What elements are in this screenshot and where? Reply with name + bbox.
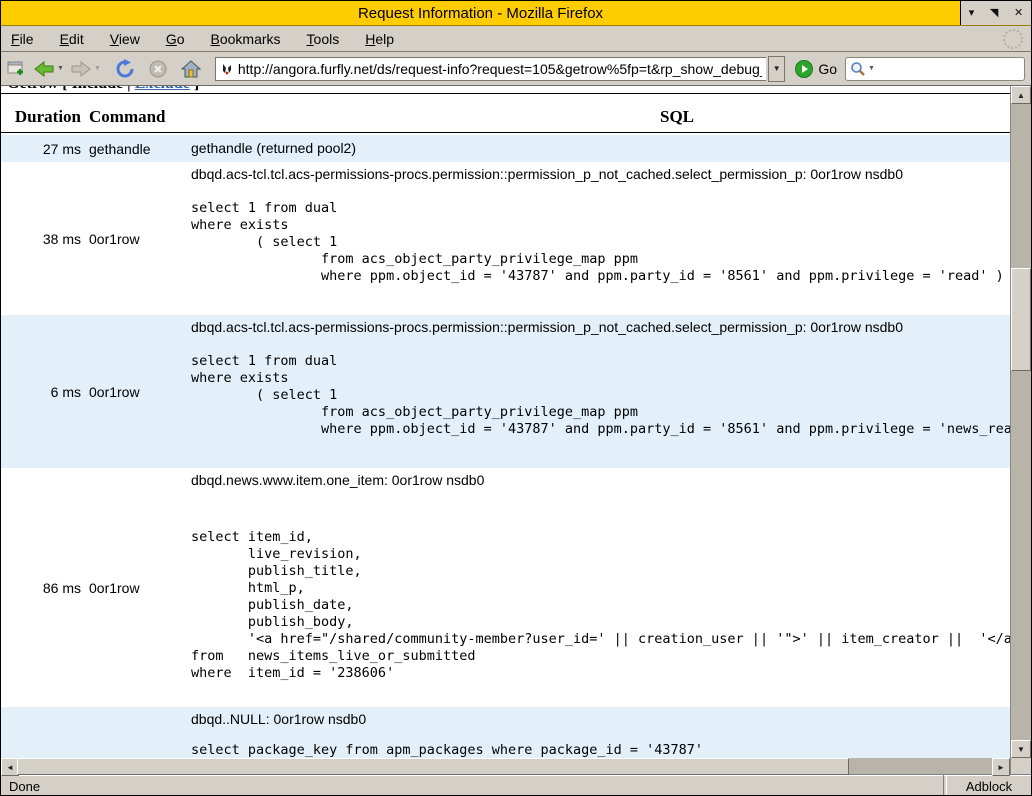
table-row: 86 ms0or1row dbqd.news.www.item.one_item:… [1, 468, 1010, 707]
header-sql: SQL [183, 107, 1010, 127]
duration-cell: 3 ms [1, 707, 81, 758]
menu-item-go[interactable]: Go [166, 31, 185, 47]
window-controls: ▾ ◥ ✕ [960, 1, 1031, 25]
sql-cell: dbqd..NULL: 0or1row nsdb0 select package_… [183, 707, 1010, 758]
window-title: Request Information - Mozilla Firefox [1, 5, 960, 22]
menubar-items: File Edit View Go Bookmarks Tools Help [11, 31, 420, 47]
sql-cell: gethandle (returned pool2) [183, 135, 1010, 162]
getrow-filter-divider: | [123, 86, 135, 92]
scroll-down-icon[interactable]: ▼ [1011, 740, 1031, 758]
status-bar: Done Adblock [1, 774, 1031, 796]
command-cell: 0or1row [81, 707, 183, 758]
title-bar: Request Information - Mozilla Firefox ▾ … [1, 1, 1031, 26]
back-button[interactable]: ▼ [33, 60, 64, 78]
command-cell: 0or1row [81, 162, 183, 315]
table-row: 3 ms0or1row dbqd..NULL: 0or1row nsdb0 sele… [1, 707, 1010, 758]
sql-cell: dbqd.acs-tcl.tcl.acs-permissions-procs.p… [183, 162, 1010, 315]
go-icon [795, 60, 813, 78]
reload-button[interactable] [115, 59, 135, 79]
menu-item-view[interactable]: View [110, 31, 140, 47]
close-icon[interactable]: ✕ [1014, 8, 1023, 19]
getrow-filter-prefix: Getrow [ [7, 86, 72, 92]
getrow-include-option: Include [72, 86, 124, 92]
status-text: Done [1, 779, 943, 794]
sql-cell: dbqd.acs-tcl.tcl.acs-permissions-procs.p… [183, 315, 1010, 468]
sql-statement: select item_id, live_revision, publish_t… [191, 529, 1010, 682]
url-dropdown-button[interactable]: ▼ [768, 56, 785, 82]
forward-button[interactable]: ▼ [70, 60, 101, 78]
page-content: Getrow [ Include | Exclude ] Duration Co… [1, 86, 1010, 758]
site-favicon [220, 62, 234, 76]
sql-title: dbqd.acs-tcl.tcl.acs-permissions-procs.p… [191, 319, 1010, 336]
duration-cell: 38 ms [1, 162, 81, 315]
table-row: 6 ms0or1row dbqd.acs-tcl.tcl.acs-permissi… [1, 315, 1010, 468]
getrow-filter-line: Getrow [ Include | Exclude ] [1, 86, 1010, 94]
vertical-scrollbar-thumb[interactable] [1011, 268, 1031, 371]
stop-button[interactable] [149, 60, 167, 78]
command-cell: 0or1row [81, 315, 183, 468]
horizontal-scrollbar[interactable]: ◄ ► [1, 758, 1010, 774]
adblock-button[interactable]: Adblock [947, 779, 1031, 794]
menu-item-edit[interactable]: Edit [60, 31, 84, 47]
adblock-label: Adblock [966, 779, 1012, 796]
table-header-row: Duration Command SQL [1, 94, 1010, 133]
menu-item-file[interactable]: File [11, 31, 34, 47]
page-viewport: Getrow [ Include | Exclude ] Duration Co… [1, 86, 1010, 758]
menu-item-bookmarks[interactable]: Bookmarks [211, 31, 281, 47]
scroll-right-icon[interactable]: ► [992, 758, 1010, 776]
header-duration: Duration [1, 107, 81, 127]
maximize-icon[interactable]: ◥ [990, 8, 998, 19]
sql-title: dbqd..NULL: 0or1row nsdb0 [191, 711, 1010, 728]
search-input[interactable] [875, 60, 1032, 77]
home-button[interactable] [181, 60, 201, 78]
sql-title: dbqd.news.www.item.one_item: 0or1row nsd… [191, 472, 1010, 489]
home-icon [181, 60, 201, 78]
search-dropdown-icon[interactable]: ▼ [868, 65, 875, 72]
throbber-icon [1003, 29, 1023, 49]
duration-cell: 27 ms [1, 135, 81, 162]
go-button[interactable]: Go [795, 60, 837, 78]
url-input[interactable] [238, 61, 762, 77]
command-cell: gethandle [81, 135, 183, 162]
menu-item-tools[interactable]: Tools [307, 31, 340, 47]
table-row: 27 msgethandle gethandle (returned pool2) [1, 135, 1010, 162]
back-dropdown-icon[interactable]: ▼ [57, 65, 64, 72]
forward-dropdown-icon[interactable]: ▼ [94, 65, 101, 72]
vertical-scrollbar[interactable]: ▲ ▼ [1010, 86, 1031, 758]
forward-icon [70, 60, 92, 78]
new-window-button[interactable] [7, 61, 27, 77]
query-table: Duration Command SQL 27 msgethandle getha… [1, 94, 1010, 758]
minimize-icon[interactable]: ▾ [969, 8, 975, 19]
horizontal-scrollbar-thumb[interactable] [17, 758, 849, 775]
menu-item-help[interactable]: Help [365, 31, 394, 47]
back-icon [33, 60, 55, 78]
command-cell: 0or1row [81, 468, 183, 707]
sql-title: dbqd.acs-tcl.tcl.acs-permissions-procs.p… [191, 166, 1010, 183]
duration-cell: 86 ms [1, 468, 81, 707]
getrow-filter-suffix: ] [190, 86, 199, 92]
table-body: 27 msgethandle gethandle (returned pool2)… [1, 135, 1010, 758]
menu-bar: File Edit View Go Bookmarks Tools Help [1, 26, 1031, 52]
scrollbar-corner [1010, 758, 1031, 774]
table-row: 38 ms0or1row dbqd.acs-tcl.tcl.acs-permiss… [1, 162, 1010, 315]
new-window-icon [7, 61, 27, 77]
duration-cell: 6 ms [1, 315, 81, 468]
navigation-toolbar: ▼ ▼ [1, 52, 1031, 86]
sql-statement: select 1 from dual where exists ( select… [191, 200, 1010, 285]
header-command: Command [81, 107, 183, 127]
reload-icon [115, 59, 135, 79]
scroll-up-icon[interactable]: ▲ [1011, 86, 1031, 104]
sql-statement: select 1 from dual where exists ( select… [191, 353, 1010, 438]
browser-window: Request Information - Mozilla Firefox ▾ … [0, 0, 1032, 796]
search-bar: ▼ [845, 57, 1025, 81]
sql-cell: dbqd.news.www.item.one_item: 0or1row nsd… [183, 468, 1010, 707]
sql-statement: select package_key from apm_packages whe… [191, 742, 1010, 758]
getrow-exclude-link[interactable]: Exclude [135, 86, 190, 92]
go-label: Go [818, 61, 837, 77]
url-bar [215, 57, 766, 81]
stop-icon [149, 60, 167, 78]
sql-title: gethandle (returned pool2) [191, 140, 1010, 157]
search-icon [850, 61, 866, 77]
